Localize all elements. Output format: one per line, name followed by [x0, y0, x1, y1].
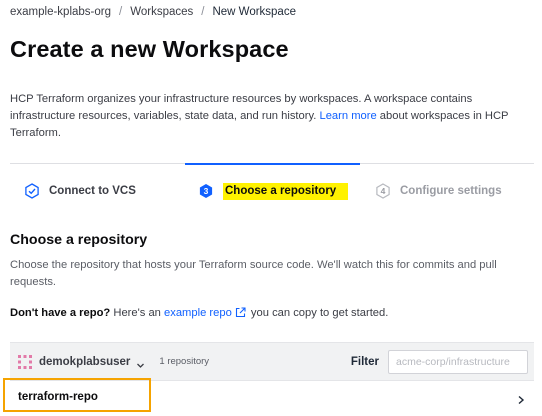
example-repo-label: example repo — [164, 307, 232, 319]
org-selector[interactable]: demokplabsuser — [39, 356, 130, 368]
breadcrumb-current: New Workspace — [212, 6, 296, 18]
intro-paragraph: HCP Terraform organizes your infrastruct… — [10, 91, 530, 142]
check-hexagon-icon — [24, 183, 40, 199]
breadcrumb-workspaces-link[interactable]: Workspaces — [130, 6, 193, 18]
breadcrumb-separator: / — [119, 6, 123, 18]
number-hexagon-icon: 4 — [375, 183, 391, 199]
step-configure-settings: 4 Configure settings — [375, 181, 502, 201]
step-choose-repository: 3 Choose a repository — [198, 181, 349, 201]
chevron-right-icon — [516, 392, 526, 404]
org-avatar-icon — [18, 354, 32, 369]
step-number: 4 — [381, 186, 386, 196]
filter-label: Filter — [350, 355, 379, 368]
learn-more-link[interactable]: Learn more — [319, 110, 376, 122]
repo-list-header: demokplabsuser 1 repository Filter — [10, 342, 534, 380]
no-repo-hint: Don't have a repo? Here's an example rep… — [10, 307, 388, 321]
active-step-indicator — [185, 163, 360, 165]
repo-row-terraform-repo[interactable]: terraform-repo — [10, 380, 534, 412]
repo-count: 1 repository — [159, 356, 210, 367]
breadcrumb-separator: / — [201, 6, 205, 18]
filter-input[interactable] — [388, 349, 528, 374]
repo-name: terraform-repo — [18, 390, 98, 403]
example-repo-link[interactable]: example repo — [164, 307, 248, 319]
section-description: Choose the repository that hosts your Te… — [10, 259, 497, 288]
section-title: Choose a repository — [10, 232, 148, 248]
step-number: 3 — [204, 186, 209, 196]
external-link-icon — [235, 307, 246, 321]
step-label: Configure settings — [400, 185, 502, 197]
no-repo-text: Here's an — [113, 307, 161, 319]
workspace-stepper: Connect to VCS 3 Choose a repository 4 C… — [10, 163, 534, 215]
page-title: Create a new Workspace — [10, 36, 289, 62]
number-hexagon-icon: 3 — [198, 183, 214, 199]
step-label: Connect to VCS — [49, 185, 136, 197]
breadcrumb-org-link[interactable]: example-kplabs-org — [10, 6, 111, 18]
no-repo-bold: Don't have a repo? — [10, 307, 111, 319]
step-connect-to-vcs[interactable]: Connect to VCS — [24, 181, 136, 201]
step-label: Choose a repository — [223, 182, 349, 200]
breadcrumb: example-kplabs-org / Workspaces / New Wo… — [10, 4, 296, 20]
no-repo-suffix: you can copy to get started. — [250, 307, 389, 319]
chevron-down-icon[interactable] — [136, 357, 145, 368]
